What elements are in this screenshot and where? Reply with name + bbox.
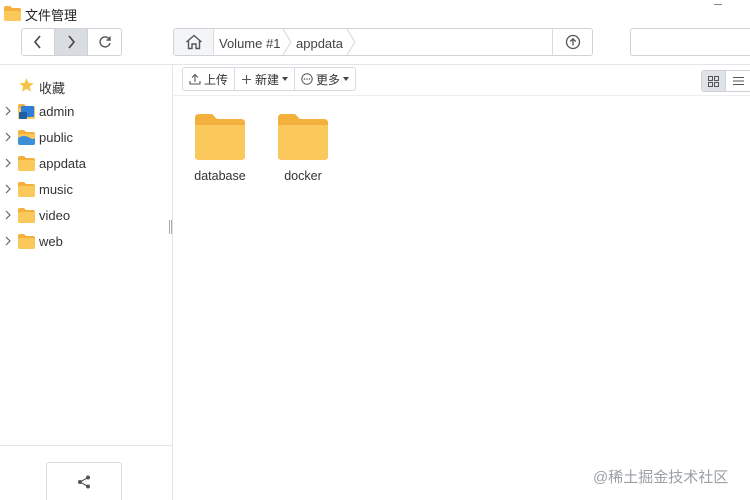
sidebar-item-label: 收藏	[39, 81, 66, 96]
home-icon	[185, 34, 202, 50]
breadcrumb-appdata[interactable]: appdata	[296, 36, 343, 51]
chevron-right-icon[interactable]	[4, 132, 12, 142]
minimize-button[interactable]	[714, 4, 722, 5]
sidebar-item-video[interactable]: video	[0, 203, 172, 227]
user-folder-icon	[18, 104, 35, 119]
plus-icon	[241, 74, 252, 85]
folder-icon	[18, 208, 35, 223]
sidebar-item-label: music	[39, 182, 73, 197]
share-button[interactable]	[46, 462, 122, 500]
folder-icon	[4, 6, 21, 21]
sidebar: 收藏 admin public appdata music video web	[0, 65, 173, 500]
caret-down-icon	[343, 77, 350, 81]
chevron-right-icon	[68, 35, 76, 49]
file-item-database[interactable]: database	[180, 110, 260, 190]
grid-icon	[708, 75, 720, 87]
caret-down-icon	[282, 77, 289, 81]
refresh-button[interactable]	[88, 29, 121, 55]
more-button[interactable]: 更多	[295, 68, 355, 90]
sidebar-item-label: admin	[39, 104, 75, 119]
refresh-icon	[98, 36, 111, 48]
sidebar-item-appdata[interactable]: appdata	[0, 151, 172, 175]
new-button[interactable]: 新建	[235, 68, 296, 90]
folder-icon	[278, 114, 328, 160]
forward-button[interactable]	[55, 29, 88, 55]
file-item-docker[interactable]: docker	[263, 110, 343, 190]
upload-label: 上传	[204, 72, 229, 87]
grid-view-button[interactable]	[702, 71, 727, 91]
sidebar-item-admin[interactable]: admin	[0, 99, 172, 123]
more-label: 更多	[316, 72, 341, 87]
more-icon	[301, 73, 313, 85]
chevron-right-icon[interactable]	[4, 210, 12, 220]
file-name: database	[194, 169, 246, 183]
upload-button[interactable]: 上传	[183, 68, 236, 90]
chevron-right-icon[interactable]	[4, 236, 12, 246]
watermark: @稀土掘金技术社区	[593, 469, 729, 486]
chevron-right-icon[interactable]	[4, 184, 12, 194]
divider	[0, 445, 172, 446]
sidebar-item-public[interactable]: public	[0, 125, 172, 149]
share-icon	[78, 475, 90, 489]
breadcrumb-volume[interactable]: Volume #1	[219, 36, 280, 51]
divider	[174, 95, 750, 96]
breadcrumb-separator-icon	[346, 29, 356, 55]
sidebar-item-label: video	[39, 208, 71, 223]
sidebar-item-favorites[interactable]: 收藏	[0, 73, 172, 97]
list-view-button[interactable]	[726, 71, 750, 91]
star-icon	[19, 78, 34, 92]
new-label: 新建	[255, 72, 280, 87]
sidebar-item-web[interactable]: web	[0, 229, 172, 253]
search-input[interactable]	[630, 28, 750, 56]
upload-icon	[189, 73, 201, 85]
chevron-right-icon[interactable]	[4, 106, 12, 116]
sidebar-resize-handle[interactable]	[169, 220, 172, 234]
folder-icon	[195, 114, 245, 160]
view-toggle	[701, 70, 750, 92]
sidebar-item-label: web	[39, 234, 63, 249]
chevron-left-icon	[33, 35, 41, 49]
file-name: docker	[284, 169, 322, 183]
folder-icon	[18, 234, 35, 249]
path-bar: Volume #1 appdata	[173, 28, 593, 56]
action-bar: 上传 新建 更多	[182, 67, 357, 91]
folder-icon	[18, 182, 35, 197]
shared-folder-icon	[18, 130, 35, 145]
title-bar: 文件管理	[0, 0, 750, 26]
chevron-right-icon[interactable]	[4, 158, 12, 168]
sidebar-item-label: appdata	[39, 156, 86, 171]
nav-button-group	[21, 28, 122, 56]
list-icon	[732, 77, 744, 85]
breadcrumb-separator-icon	[282, 29, 292, 55]
arrow-up-circle-icon	[565, 34, 581, 50]
parent-folder-button[interactable]	[553, 29, 593, 55]
folder-icon	[18, 156, 35, 171]
back-button[interactable]	[22, 29, 55, 55]
home-button[interactable]	[174, 29, 214, 55]
sidebar-item-music[interactable]: music	[0, 177, 172, 201]
sidebar-item-label: public	[39, 130, 73, 145]
window-title: 文件管理	[25, 8, 78, 23]
